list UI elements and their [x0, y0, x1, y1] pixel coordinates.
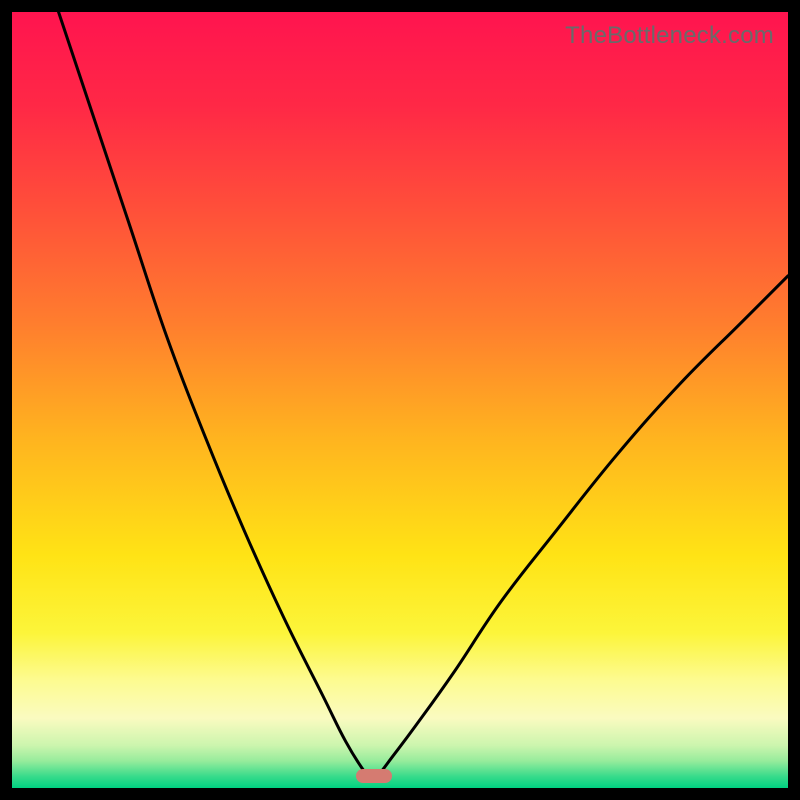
- optimal-point-marker: [356, 769, 392, 783]
- plot-area: TheBottleneck.com: [12, 12, 788, 788]
- bottleneck-curve: [12, 12, 788, 788]
- chart-container: TheBottleneck.com: [0, 0, 800, 800]
